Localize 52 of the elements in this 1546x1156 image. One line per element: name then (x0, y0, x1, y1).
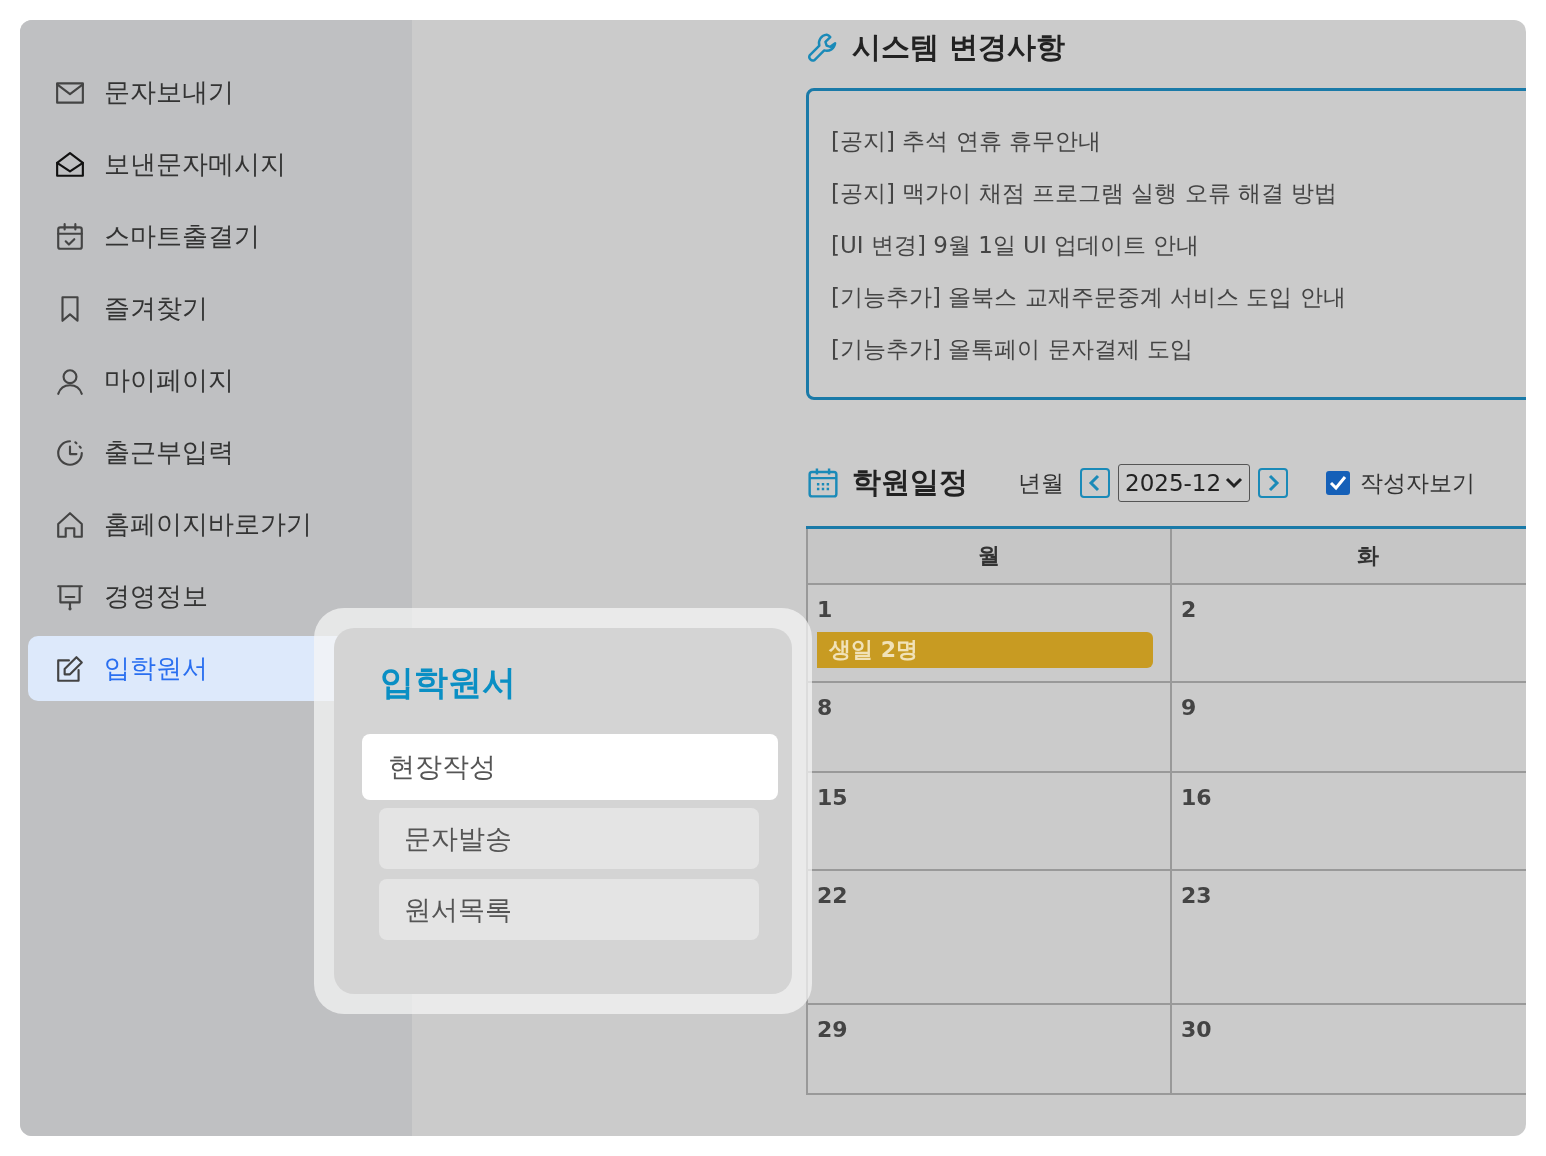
day-number: 16 (1181, 785, 1212, 810)
calendar-cell[interactable]: 9 (1172, 683, 1526, 773)
day-number: 15 (817, 785, 848, 810)
chevron-left-icon (1088, 474, 1102, 492)
author-checkbox[interactable] (1326, 471, 1351, 495)
notice-link[interactable]: [UI 변경] 9월 1일 UI 업데이트 안내 (831, 231, 1526, 260)
calendar-cell[interactable]: 30 (1172, 1005, 1526, 1095)
sidebar-item[interactable]: 마이페이지 (28, 348, 412, 413)
weekday-header: 월 (806, 529, 1172, 585)
day-number: 9 (1181, 695, 1197, 720)
day-number: 8 (817, 695, 833, 720)
submenu-item[interactable]: 현장작성 (362, 734, 778, 800)
sidebar-item[interactable]: 보낸문자메시지 (28, 132, 412, 197)
submenu-item[interactable]: 문자발송 (379, 808, 759, 869)
section-title: 시스템 변경사항 (852, 29, 1066, 66)
previous-month-button[interactable] (1080, 468, 1110, 498)
calendar-cell[interactable]: 16 (1172, 773, 1526, 871)
edit-icon (54, 653, 86, 684)
month-label: 년월 (1018, 468, 1064, 498)
notice-link[interactable]: [공지] 맥가이 채점 프로그램 실행 오류 해결 방법 (831, 179, 1526, 208)
calendar-cell[interactable]: 23 (1172, 871, 1526, 1005)
chevron-right-icon (1266, 474, 1281, 492)
day-number: 29 (817, 1017, 848, 1042)
calendar-cell[interactable]: 2 (1172, 585, 1526, 683)
day-number: 1 (817, 597, 833, 622)
next-month-button[interactable] (1258, 468, 1289, 498)
calendar-check-icon (54, 221, 86, 252)
calendar-cell[interactable]: 1 생일 2명 (806, 585, 1172, 683)
notice-link[interactable]: [기능추가] 올북스 교재주문중계 서비스 도입 안내 (831, 283, 1526, 312)
submenu-item[interactable]: 원서목록 (379, 879, 759, 940)
day-number: 2 (1181, 597, 1197, 622)
sidebar-item[interactable]: 경영정보 (28, 564, 412, 629)
calendar-cell[interactable]: 29 (806, 1005, 1172, 1095)
month-select[interactable]: 2025-12 (1118, 464, 1251, 502)
home-icon (54, 509, 86, 540)
checkbox-label: 작성자보기 (1360, 468, 1476, 498)
open-envelope-icon (54, 149, 86, 180)
sidebar-item[interactable]: 홈페이지바로가기 (28, 492, 412, 557)
section-title: 학원일정 (852, 464, 968, 501)
day-number: 23 (1181, 883, 1212, 908)
notice-link[interactable]: [공지] 추석 연휴 휴무안내 (831, 127, 1526, 156)
chevron-down-icon (1225, 477, 1244, 489)
day-number: 30 (1181, 1017, 1212, 1042)
clock-icon (54, 437, 86, 468)
sidebar-item[interactable]: 출근부입력 (28, 420, 412, 485)
notice-link[interactable]: [기능추가] 올톡페이 문자결제 도입 (831, 335, 1526, 364)
sidebar-item[interactable]: 문자보내기 (28, 60, 412, 125)
sidebar-item[interactable]: 스마트출결기 (28, 204, 412, 269)
weekday-header: 화 (1172, 529, 1526, 585)
calendar-icon (806, 466, 840, 500)
day-number: 22 (817, 883, 848, 908)
sidebar-item[interactable]: 즐겨찾기 (28, 276, 412, 341)
